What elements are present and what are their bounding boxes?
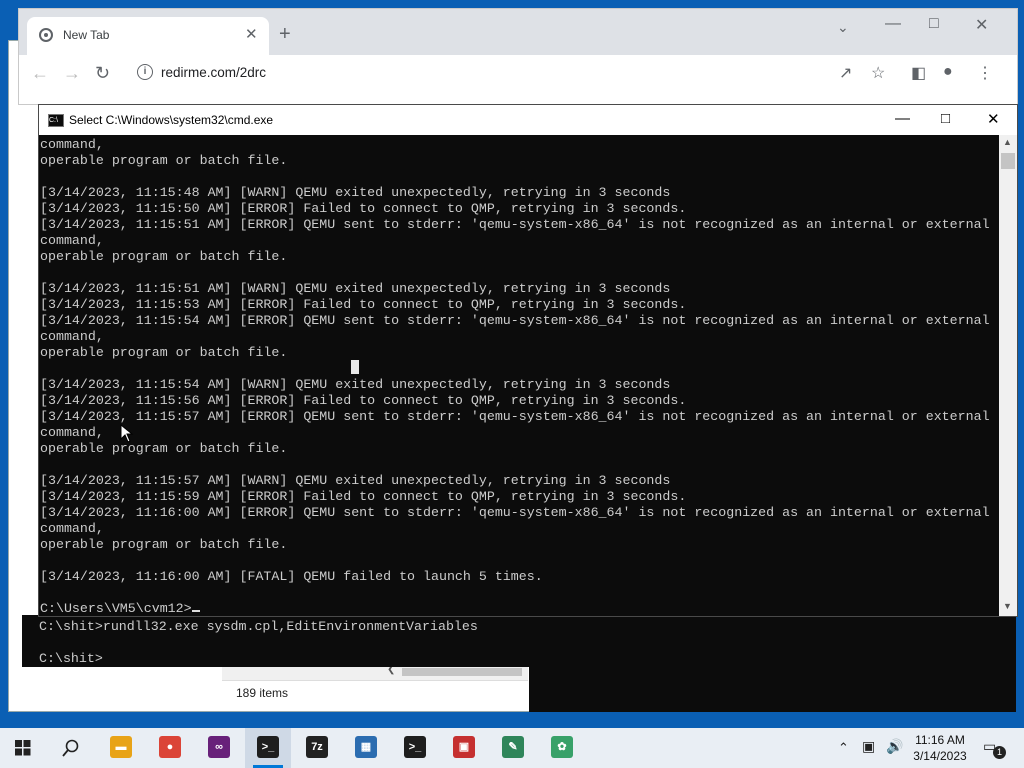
maximize-icon[interactable]: □ bbox=[929, 15, 939, 33]
menu-kebab-icon[interactable]: ⋮ bbox=[977, 63, 993, 83]
cmd-icon: >_ bbox=[404, 736, 426, 758]
console-caret bbox=[192, 610, 200, 612]
tab-new-tab[interactable]: New Tab ✕ bbox=[27, 17, 269, 55]
network-icon[interactable]: ▣ bbox=[862, 738, 875, 755]
scroll-down-icon[interactable]: ▼ bbox=[1003, 601, 1012, 611]
folder-icon: ▬ bbox=[110, 736, 132, 758]
cmd-title-bar[interactable]: C:\ Select C:\Windows\system32\cmd.exe —… bbox=[39, 105, 1017, 135]
taskbar-app-toolbox[interactable]: ▣ bbox=[441, 728, 487, 768]
search-icon bbox=[62, 739, 79, 757]
cmd-background-output: C:\shit>rundll32.exe sysdm.cpl,EditEnvir… bbox=[39, 619, 478, 666]
chrome-favicon-icon bbox=[39, 28, 53, 42]
cmd-icon: >_ bbox=[257, 736, 279, 758]
cmd-maximize-icon[interactable]: □ bbox=[941, 110, 950, 127]
chrome-icon: ● bbox=[159, 736, 181, 758]
cmd-background-window[interactable]: C:\shit>rundll32.exe sysdm.cpl,EditEnvir… bbox=[22, 615, 529, 667]
bookmark-star-icon[interactable]: ☆ bbox=[871, 63, 885, 83]
taskbar-app-control-panel[interactable]: ▦ bbox=[343, 728, 389, 768]
clock-date[interactable]: 3/14/2023 bbox=[910, 749, 970, 763]
taskbar-app-cmd[interactable]: >_ bbox=[392, 728, 438, 768]
browser-toolbar: ← → ↻ i redirme.com/2drc ↗ ☆ ◧ ● ⋮ bbox=[19, 55, 1017, 95]
cmd-output: command, operable program or batch file.… bbox=[40, 137, 990, 616]
notification-count-badge: 1 bbox=[993, 746, 1006, 759]
site-info-icon[interactable]: i bbox=[137, 64, 153, 80]
notification-center-icon[interactable]: ▭ 1 bbox=[983, 738, 1006, 759]
start-button[interactable] bbox=[0, 728, 46, 768]
chrome-window: New Tab ✕ + ⌄ — □ ✕ ← → ↻ i redirme.com/… bbox=[18, 8, 1018, 105]
taskbar-app-cmd[interactable]: >_ bbox=[245, 728, 291, 768]
close-window-icon[interactable]: ✕ bbox=[975, 15, 988, 35]
7zip-icon: 7z bbox=[306, 736, 328, 758]
taskbar-app-frog[interactable]: ✿ bbox=[539, 728, 585, 768]
control-panel-icon: ▦ bbox=[355, 736, 377, 758]
taskbar-app-visual-studio[interactable]: ∞ bbox=[196, 728, 242, 768]
search-button[interactable] bbox=[48, 728, 94, 768]
forward-arrow-icon[interactable]: → bbox=[63, 63, 81, 84]
taskbar: ▬ ● ∞ >_ 7z ▦ >_ ▣ ✎ ✿ ⌃ ▣ 🔊 11:16 AM 3/14/2023 ▭… bbox=[0, 728, 1024, 768]
cmd-minimize-icon[interactable]: — bbox=[895, 110, 910, 127]
new-tab-button[interactable]: + bbox=[279, 23, 291, 46]
tab-search-icon[interactable]: ⌄ bbox=[837, 19, 849, 36]
item-count: 189 items bbox=[236, 686, 289, 700]
share-icon[interactable]: ↗ bbox=[839, 63, 852, 83]
windows-logo-icon bbox=[15, 740, 31, 756]
scroll-thumb[interactable] bbox=[402, 668, 522, 676]
cmd-scroll-thumb[interactable] bbox=[1001, 153, 1015, 169]
cmd-icon: C:\ bbox=[48, 114, 64, 127]
clock-time[interactable]: 11:16 AM bbox=[910, 733, 970, 747]
tray-overflow-icon[interactable]: ⌃ bbox=[838, 740, 849, 756]
url-text: redirme.com/2drc bbox=[161, 65, 267, 80]
volume-icon[interactable]: 🔊 bbox=[886, 738, 903, 755]
taskbar-app-7zip[interactable]: 7z bbox=[294, 728, 340, 768]
text-cursor-icon bbox=[351, 360, 359, 374]
scroll-up-icon[interactable]: ▲ bbox=[1003, 137, 1012, 147]
tab-strip: New Tab ✕ + ⌄ — □ ✕ bbox=[19, 9, 1017, 55]
side-panel-icon[interactable]: ◧ bbox=[911, 63, 926, 83]
profile-avatar-icon[interactable]: ● bbox=[943, 63, 953, 81]
cmd-console[interactable]: command, operable program or batch file.… bbox=[39, 135, 999, 616]
frog-icon: ✿ bbox=[551, 736, 573, 758]
taskbar-app-folder[interactable]: ▬ bbox=[98, 728, 144, 768]
visual-studio-icon: ∞ bbox=[208, 736, 230, 758]
minimize-icon[interactable]: — bbox=[885, 15, 901, 33]
toolbox-icon: ▣ bbox=[453, 736, 475, 758]
cmd-close-icon[interactable]: ✕ bbox=[987, 110, 1000, 128]
tab-title: New Tab bbox=[63, 28, 110, 42]
reload-icon[interactable]: ↻ bbox=[95, 63, 110, 84]
cmd-window[interactable]: C:\ Select C:\Windows\system32\cmd.exe —… bbox=[38, 104, 1018, 617]
back-arrow-icon[interactable]: ← bbox=[31, 63, 49, 84]
mouse-pointer-icon bbox=[120, 424, 134, 443]
taskbar-app-chrome[interactable]: ● bbox=[147, 728, 193, 768]
taskbar-app-notepad[interactable]: ✎ bbox=[490, 728, 536, 768]
explorer-status-bar: 189 items bbox=[222, 680, 528, 705]
cmd-vscrollbar[interactable]: ▲ ▼ bbox=[999, 135, 1017, 616]
address-bar[interactable]: i redirme.com/2drc bbox=[131, 59, 871, 87]
notepad-icon: ✎ bbox=[502, 736, 524, 758]
cmd-title: Select C:\Windows\system32\cmd.exe bbox=[69, 113, 274, 127]
cmd-background-area bbox=[529, 615, 1016, 712]
close-tab-icon[interactable]: ✕ bbox=[245, 25, 258, 43]
